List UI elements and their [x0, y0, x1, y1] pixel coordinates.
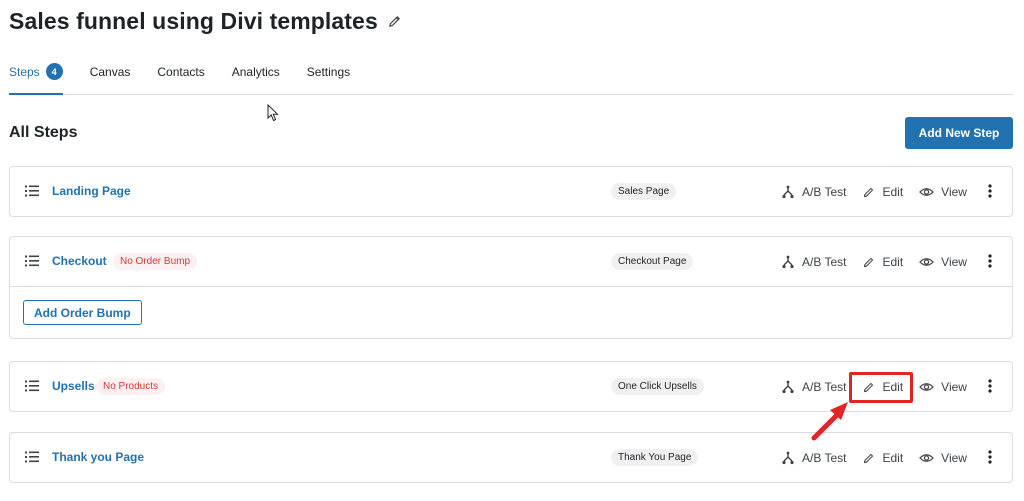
view-label: View: [941, 380, 967, 394]
step-type-badge: Checkout Page: [611, 253, 694, 270]
step-name[interactable]: Upsells: [52, 379, 95, 393]
step-actions: A/B Test Edit View: [781, 254, 997, 270]
eye-icon: [919, 188, 935, 196]
drag-handle-icon[interactable]: [25, 451, 39, 463]
view-button[interactable]: View: [919, 380, 967, 394]
eye-icon: [919, 383, 935, 391]
drag-handle-icon[interactable]: [25, 255, 39, 267]
mouse-cursor-icon: [267, 104, 279, 122]
ab-test-icon: [782, 380, 794, 394]
ab-test-label: A/B Test: [802, 255, 847, 269]
edit-label: Edit: [882, 451, 904, 465]
tab-canvas[interactable]: Canvas: [90, 62, 131, 95]
pencil-icon: [864, 257, 874, 267]
kebab-menu-icon[interactable]: [983, 379, 997, 395]
kebab-menu-icon[interactable]: [983, 184, 997, 200]
kebab-menu-icon[interactable]: [983, 450, 997, 466]
page-header: Sales funnel using Divi templates: [9, 6, 402, 36]
eye-icon: [919, 258, 935, 266]
ab-test-icon: [782, 185, 794, 199]
edit-button[interactable]: Edit: [862, 380, 903, 394]
ab-test-icon: [782, 451, 794, 465]
step-type-badge: Sales Page: [611, 183, 677, 200]
view-button[interactable]: View: [919, 451, 967, 465]
drag-handle-icon[interactable]: [25, 380, 39, 392]
view-label: View: [941, 255, 967, 269]
ab-test-button[interactable]: A/B Test: [781, 255, 846, 269]
ab-test-icon: [782, 255, 794, 269]
tab-steps[interactable]: Steps 4: [9, 62, 63, 95]
ab-test-button[interactable]: A/B Test: [781, 185, 846, 199]
view-label: View: [941, 451, 967, 465]
step-type-badge: One Click Upsells: [611, 378, 704, 395]
step-name[interactable]: Checkout: [52, 254, 107, 268]
tab-label: Steps: [9, 65, 40, 79]
step-actions: A/B Test Edit View: [781, 379, 997, 395]
edit-button[interactable]: Edit: [862, 185, 903, 199]
step-name[interactable]: Thank you Page: [52, 450, 144, 464]
edit-label: Edit: [882, 380, 904, 394]
pencil-icon: [864, 453, 874, 463]
drag-handle-icon[interactable]: [25, 185, 39, 197]
order-bump-section: Add Order Bump: [10, 286, 1012, 338]
edit-button[interactable]: Edit: [862, 451, 903, 465]
pencil-icon[interactable]: [387, 14, 402, 29]
ab-test-label: A/B Test: [802, 451, 847, 465]
page-title: Sales funnel using Divi templates: [9, 7, 378, 34]
section-heading: All Steps: [9, 124, 78, 141]
edit-button[interactable]: Edit: [862, 255, 903, 269]
view-button[interactable]: View: [919, 185, 967, 199]
tab-contacts[interactable]: Contacts: [157, 62, 204, 95]
ab-test-button[interactable]: A/B Test: [781, 380, 846, 394]
step-card-landing: Landing Page Sales Page A/B Test Edit Vi…: [9, 166, 1013, 217]
step-row: Upsells No Products One Click Upsells A/…: [10, 362, 1012, 411]
tab-settings[interactable]: Settings: [307, 62, 350, 95]
edit-label: Edit: [882, 185, 904, 199]
step-type-badge: Thank You Page: [611, 449, 699, 466]
warning-badge: No Products: [96, 378, 166, 395]
ab-test-label: A/B Test: [802, 185, 847, 199]
step-card-checkout: Checkout No Order Bump Checkout Page A/B…: [9, 236, 1013, 339]
step-row: Thank you Page Thank You Page A/B Test E…: [10, 433, 1012, 482]
add-new-step-button[interactable]: Add New Step: [905, 117, 1013, 149]
ab-test-label: A/B Test: [802, 380, 847, 394]
edit-label: Edit: [882, 255, 904, 269]
step-name[interactable]: Landing Page: [52, 184, 131, 198]
pencil-icon: [864, 382, 874, 392]
annotation-arrow-icon: [811, 402, 848, 441]
step-card-upsells: Upsells No Products One Click Upsells A/…: [9, 361, 1013, 412]
warning-badge: No Order Bump: [113, 253, 198, 270]
view-button[interactable]: View: [919, 255, 967, 269]
funnel-tabs: Steps 4 Canvas Contacts Analytics Settin…: [9, 62, 1013, 95]
eye-icon: [919, 454, 935, 462]
ab-test-button[interactable]: A/B Test: [781, 451, 846, 465]
step-actions: A/B Test Edit View: [781, 450, 997, 466]
step-row: Landing Page Sales Page A/B Test Edit Vi…: [10, 167, 1012, 216]
pencil-icon: [864, 187, 874, 197]
steps-count-badge: 4: [45, 63, 63, 80]
step-actions: A/B Test Edit View: [781, 184, 997, 200]
kebab-menu-icon[interactable]: [983, 254, 997, 270]
add-order-bump-button[interactable]: Add Order Bump: [23, 300, 142, 325]
step-card-thank-you: Thank you Page Thank You Page A/B Test E…: [9, 432, 1013, 483]
view-label: View: [941, 185, 967, 199]
tab-analytics[interactable]: Analytics: [232, 62, 280, 95]
step-row: Checkout No Order Bump Checkout Page A/B…: [10, 237, 1012, 286]
